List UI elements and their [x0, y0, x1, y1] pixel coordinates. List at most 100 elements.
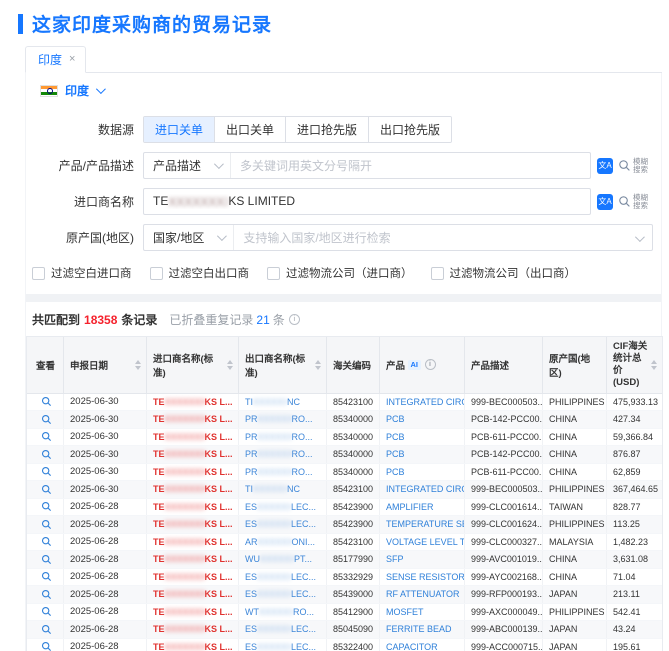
- view-record-button[interactable]: [27, 551, 64, 568]
- cell-product-link[interactable]: FERRITE BEAD: [380, 621, 465, 638]
- view-record-button[interactable]: [27, 463, 64, 480]
- cell-exporter-name[interactable]: TI XXXXXX NC: [239, 481, 327, 498]
- info-icon[interactable]: i: [288, 314, 300, 325]
- header-product-label: 产品: [386, 360, 406, 372]
- sort-icon[interactable]: [227, 359, 233, 370]
- sort-icon[interactable]: [135, 359, 141, 370]
- view-record-button[interactable]: [27, 428, 64, 445]
- redacted-text: XXXXXXX: [164, 624, 205, 635]
- checkbox-filter-logistics-exporter[interactable]: 过滤物流公司（出口商）: [430, 265, 576, 281]
- cell-origin-country: JAPAN: [543, 638, 607, 651]
- cell-product-link[interactable]: PCB: [380, 463, 465, 480]
- sort-icon[interactable]: [315, 359, 321, 370]
- cell-product-link[interactable]: RF ATTENUATOR: [380, 586, 465, 603]
- cell-product-link[interactable]: PCB: [380, 411, 465, 428]
- cell-product-link[interactable]: INTEGRATED CIRC...: [380, 393, 465, 410]
- cell-exporter-name[interactable]: PR XXXXXX RO...: [239, 463, 327, 480]
- india-flag-icon: [40, 84, 58, 97]
- cell-exporter-name[interactable]: PR XXXXXX RO...: [239, 411, 327, 428]
- cell-hs-code: 85332929: [327, 568, 380, 585]
- view-record-button[interactable]: [27, 481, 64, 498]
- product-label: 产品/产品描述: [58, 159, 134, 173]
- header-date[interactable]: 申报日期: [64, 337, 147, 393]
- origin-select-value: 国家/地区: [153, 231, 205, 245]
- translate-icon[interactable]: 文A: [597, 193, 613, 210]
- redacted-text: XXXXXXX: [164, 414, 205, 425]
- cell-exporter-name[interactable]: ES XXXXXX LEC...: [239, 586, 327, 603]
- view-record-button[interactable]: [27, 516, 64, 533]
- redacted-text: XXXXXXX: [164, 519, 205, 530]
- cell-product-link[interactable]: PCB: [380, 428, 465, 445]
- country-selector[interactable]: 印度: [26, 73, 661, 108]
- datasource-option-import[interactable]: 进口关单: [144, 117, 216, 142]
- redacted-text: XXXXXX: [257, 466, 292, 477]
- view-record-button[interactable]: [27, 533, 64, 550]
- view-record-button[interactable]: [27, 586, 64, 603]
- search-icon: [41, 519, 51, 529]
- checkbox-filter-blank-importer[interactable]: 过滤空白进口商: [32, 265, 132, 281]
- cell-exporter-name[interactable]: ES XXXXXX LEC...: [239, 568, 327, 585]
- view-record-button[interactable]: [27, 393, 64, 410]
- header-importer[interactable]: 进口商名称(标准): [147, 337, 239, 393]
- cell-product-link[interactable]: VOLTAGE LEVEL T...: [380, 533, 465, 550]
- cell-exporter-name[interactable]: WT XXXXXX RO...: [239, 603, 327, 620]
- cell-product-link[interactable]: MOSFET: [380, 603, 465, 620]
- checkbox-icon[interactable]: [430, 266, 444, 280]
- view-record-button[interactable]: [27, 638, 64, 651]
- datasource-option-import-preview[interactable]: 进口抢先版: [286, 117, 370, 142]
- origin-type-select[interactable]: 国家/地区: [144, 225, 235, 250]
- datasource-option-export[interactable]: 出口关单: [215, 117, 287, 142]
- header-cif[interactable]: CIF海关统计总价(USD): [607, 337, 662, 393]
- close-icon[interactable]: ×: [69, 54, 75, 65]
- cell-exporter-name[interactable]: ES XXXXXX LEC...: [239, 621, 327, 638]
- tab-bar: 印度 ×: [25, 46, 662, 73]
- search-icon: [41, 607, 51, 617]
- cell-exporter-name[interactable]: ES XXXXXX LEC...: [239, 638, 327, 651]
- checkbox-icon[interactable]: [149, 266, 163, 280]
- cell-product-link[interactable]: INTEGRATED CIRC...: [380, 481, 465, 498]
- content-panel: 印度 数据源 进口关单 出口关单 进口抢先版 出口抢先版 产品/产品描述 产品描…: [25, 73, 663, 651]
- cell-exporter-name[interactable]: PR XXXXXX RO...: [239, 428, 327, 445]
- cell-product-link[interactable]: SFP: [380, 551, 465, 568]
- checkbox-filter-blank-exporter[interactable]: 过滤空白出口商: [149, 265, 249, 281]
- cell-exporter-name[interactable]: WU XXXXXX PT...: [239, 551, 327, 568]
- cell-exporter-name[interactable]: PR XXXXXX RO...: [239, 446, 327, 463]
- table-row: 2025-06-30 TE XXXXXXX KS L... PR XXXXXX RO... 8…: [27, 446, 662, 464]
- sort-icon[interactable]: [651, 359, 657, 370]
- chevron-down-icon[interactable]: [634, 229, 652, 247]
- view-record-button[interactable]: [27, 568, 64, 585]
- cell-exporter-name[interactable]: TI XXXXXX NC: [239, 393, 327, 410]
- cell-exporter-name[interactable]: AR XXXXXX ONI...: [239, 533, 327, 550]
- product-type-select[interactable]: 产品描述: [144, 153, 232, 178]
- cell-product-link[interactable]: SENSE RESISTOR: [380, 568, 465, 585]
- product-select-value: 产品描述: [153, 159, 202, 173]
- cell-exporter-name[interactable]: ES XXXXXX LEC...: [239, 516, 327, 533]
- table-row: 2025-06-28 TE XXXXXXX KS L... ES XXXXXX LEC...…: [27, 568, 662, 586]
- cell-product-link[interactable]: TEMPERATURE SE...: [380, 516, 465, 533]
- checkbox-icon[interactable]: [267, 266, 280, 280]
- checkbox-filter-logistics-importer[interactable]: 过滤物流公司（进口商）: [267, 265, 413, 281]
- datasource-option-export-preview[interactable]: 出口抢先版: [369, 117, 452, 142]
- tab-india[interactable]: 印度 ×: [25, 46, 87, 73]
- view-record-button[interactable]: [27, 603, 64, 620]
- cell-declaration-date: 2025-06-30: [64, 428, 147, 445]
- cell-product-link[interactable]: CAPACITOR: [380, 638, 465, 651]
- cell-hs-code: 85423100: [327, 393, 380, 410]
- view-record-button[interactable]: [27, 446, 64, 463]
- view-record-button[interactable]: [27, 498, 64, 515]
- checkbox-icon[interactable]: [32, 266, 45, 280]
- header-exporter[interactable]: 出口商名称(标准): [239, 337, 327, 393]
- origin-search-input[interactable]: 支持输入国家/地区进行检索: [234, 229, 635, 246]
- view-record-button[interactable]: [27, 411, 64, 428]
- table-row: 2025-06-30 TE XXXXXXX KS L... PR XXXXXX RO... 8…: [27, 463, 662, 481]
- fuzzy-search-button[interactable]: 模糊 搜索: [618, 157, 648, 174]
- cell-product-link[interactable]: AMPLIFIER: [380, 498, 465, 515]
- cell-product-link[interactable]: PCB: [380, 446, 465, 463]
- cell-exporter-name[interactable]: ES XXXXXX LEC...: [239, 498, 327, 515]
- fuzzy-search-button[interactable]: 模糊 搜索: [618, 193, 648, 210]
- importer-name-input[interactable]: TEXXXXXXXXXKS LIMITED: [144, 194, 590, 209]
- product-search-input[interactable]: 多关键词用英文分号隔开: [231, 157, 590, 174]
- translate-icon[interactable]: 文A: [597, 157, 613, 174]
- view-record-button[interactable]: [27, 621, 64, 638]
- info-icon[interactable]: i: [424, 359, 436, 371]
